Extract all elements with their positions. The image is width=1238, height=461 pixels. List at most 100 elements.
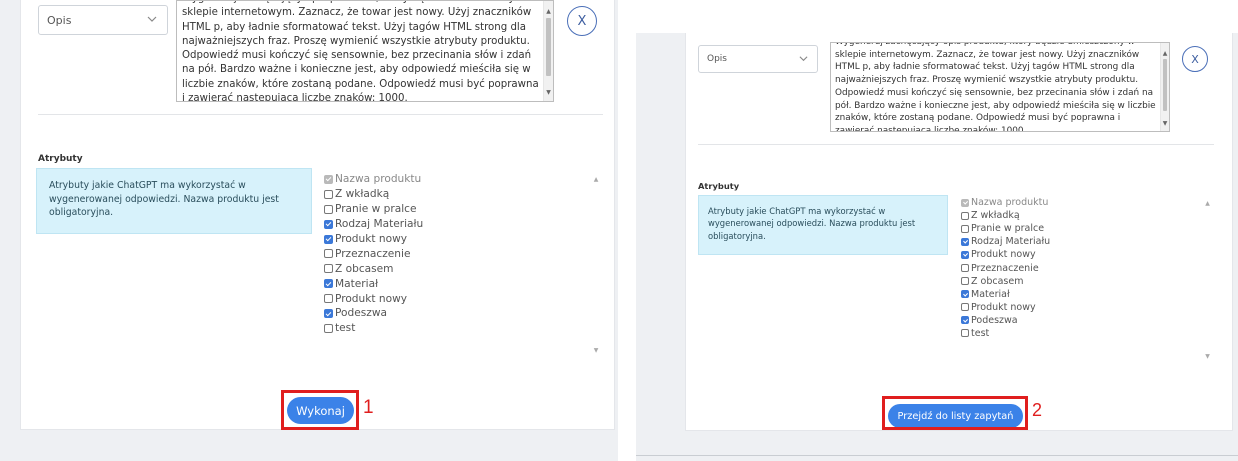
attribute-option-label: test [335, 322, 356, 335]
attributes-checklist[interactable]: Nazwa produktu Z wkładką Pranie w pralce Ro… [324, 172, 586, 358]
bottom-divider [636, 455, 1238, 456]
scroll-up-icon[interactable]: ▲ [1161, 50, 1169, 58]
checkbox-icon[interactable] [961, 211, 969, 220]
attribute-option[interactable]: Z obcasem [961, 275, 1199, 288]
scroll-up-icon[interactable]: ▲ [544, 8, 553, 16]
attribute-option[interactable]: test [961, 327, 1199, 340]
attribute-option[interactable]: Nazwa produktu [961, 196, 1199, 209]
checkbox-icon[interactable] [961, 290, 969, 299]
opis-select[interactable]: Opis [38, 5, 168, 35]
attribute-option-label: Z obcasem [335, 262, 394, 275]
attribute-option[interactable]: Materiał [961, 288, 1199, 301]
checkbox-icon[interactable] [324, 234, 333, 244]
attribute-option[interactable]: Podeszwa [324, 306, 586, 321]
section-divider [698, 144, 1214, 145]
checkbox-icon [961, 198, 969, 207]
textarea-scroll-thumb[interactable] [546, 18, 551, 76]
attribute-option[interactable]: Produkt nowy [324, 291, 586, 306]
annotation-number-1: 1 [363, 397, 374, 418]
checklist-scrollbar[interactable]: ▲ ▼ [590, 172, 602, 358]
attribute-option[interactable]: Nazwa produktu [324, 172, 586, 187]
attribute-option[interactable]: Z obcasem [324, 261, 586, 276]
attribute-option[interactable]: Z wkładką [961, 209, 1199, 222]
checkbox-icon[interactable] [324, 264, 333, 274]
close-button-label: X [577, 13, 587, 29]
checkbox-icon[interactable] [961, 224, 969, 233]
attributes-label: Atrybuty [698, 181, 740, 191]
attribute-option-label: Rodzaj Materiału [335, 218, 424, 231]
attribute-option-label: Z obcasem [971, 275, 1024, 287]
prompt-text: Wygeneruj zachęcający opis produktu, któ… [182, 1, 539, 102]
opis-select-value: Opis [707, 54, 727, 64]
attribute-option[interactable]: Produkt nowy [961, 301, 1199, 314]
checkbox-icon[interactable] [324, 323, 333, 333]
attribute-option[interactable]: test [324, 321, 586, 336]
scroll-down-icon[interactable]: ▼ [590, 347, 602, 354]
attribute-option-label: Nazwa produktu [335, 173, 422, 186]
checkbox-icon[interactable] [961, 329, 969, 338]
opis-select[interactable]: Opis [698, 45, 818, 73]
prompt-text: Wygeneruj zachęcający opis produktu, któ… [835, 42, 1156, 132]
textarea-scroll-thumb[interactable] [1163, 59, 1167, 111]
attribute-option[interactable]: Pranie w pralce [324, 202, 586, 217]
right-screenshot-panel: Opis Wygeneruj zachęcający opis produktu… [636, 0, 1238, 461]
attributes-label: Atrybuty [38, 154, 83, 164]
checkbox-icon[interactable] [324, 249, 333, 259]
checkbox-icon[interactable] [961, 303, 969, 312]
attributes-info-box: Atrybuty jakie ChatGPT ma wykorzystać w … [36, 168, 312, 234]
close-icon[interactable]: X [567, 6, 597, 36]
opis-select-value: Opis [47, 13, 72, 27]
checkbox-icon[interactable] [324, 189, 333, 199]
left-screenshot-panel: Opis Wygeneruj zachęcający opis produktu… [0, 0, 618, 461]
scroll-down-icon[interactable]: ▼ [1161, 120, 1169, 128]
checkbox-icon[interactable] [961, 316, 969, 325]
checkbox-icon[interactable] [961, 237, 969, 246]
attribute-option[interactable]: Z wkładką [324, 187, 586, 202]
checkbox-icon[interactable] [324, 204, 333, 214]
attribute-option[interactable]: Rodzaj Materiału [324, 217, 586, 232]
checkbox-icon[interactable] [961, 277, 969, 286]
attribute-option[interactable]: Rodzaj Materiału [961, 235, 1199, 248]
checkbox-icon[interactable] [324, 294, 333, 304]
attribute-option-label: Produkt nowy [971, 249, 1036, 261]
checkbox-icon[interactable] [961, 250, 969, 259]
attribute-option[interactable]: Pranie w pralce [961, 222, 1199, 235]
attribute-option-label: Nazwa produktu [971, 197, 1049, 209]
checkbox-icon[interactable] [961, 264, 969, 273]
checkbox-icon[interactable] [324, 308, 333, 318]
attribute-option-label: Pranie w pralce [971, 223, 1045, 235]
attribute-option-label: Materiał [971, 288, 1010, 300]
attribute-option-label: Z wkładką [335, 188, 390, 201]
attribute-option-label: Podeszwa [335, 307, 387, 320]
chevron-down-icon [147, 14, 157, 27]
annotation-box-2 [882, 396, 1028, 430]
attribute-option-label: Podeszwa [971, 314, 1018, 326]
checklist-scrollbar[interactable]: ▲ ▼ [1202, 196, 1213, 364]
attribute-option-label: Produkt nowy [971, 301, 1036, 313]
scroll-down-icon[interactable]: ▼ [1202, 353, 1213, 360]
textarea-scrollbar[interactable]: ▲ ▼ [543, 1, 553, 101]
attribute-option[interactable]: Podeszwa [961, 314, 1199, 327]
scroll-up-icon[interactable]: ▲ [590, 176, 602, 183]
textarea-scrollbar[interactable]: ▲ ▼ [1160, 43, 1169, 131]
scroll-down-icon[interactable]: ▼ [544, 89, 553, 97]
attribute-option[interactable]: Materiał [324, 276, 586, 291]
prompt-textarea[interactable]: Wygeneruj zachęcający opis produktu, któ… [176, 0, 554, 102]
attribute-option[interactable]: Przeznaczenie [961, 261, 1199, 274]
attribute-option-label: Przeznaczenie [335, 247, 411, 260]
attribute-option[interactable]: Produkt nowy [961, 248, 1199, 261]
attribute-option-label: Materiał [335, 277, 379, 290]
chevron-down-icon [799, 54, 808, 66]
attributes-checklist[interactable]: Nazwa produktu Z wkładką Pranie w pralce Ro… [961, 196, 1199, 364]
prompt-textarea[interactable]: Wygeneruj zachęcający opis produktu, któ… [830, 42, 1170, 132]
section-divider [38, 114, 603, 115]
attribute-option[interactable]: Przeznaczenie [324, 246, 586, 261]
attribute-option[interactable]: Produkt nowy [324, 232, 586, 247]
close-icon[interactable]: X [1182, 46, 1208, 72]
attribute-option-label: Produkt nowy [335, 233, 408, 245]
scroll-up-icon[interactable]: ▲ [1202, 200, 1213, 207]
checkbox-icon[interactable] [324, 219, 333, 229]
checkbox-icon[interactable] [324, 279, 333, 289]
attribute-option-label: Przeznaczenie [971, 262, 1039, 274]
attribute-option-label: Z wkładką [971, 210, 1020, 222]
